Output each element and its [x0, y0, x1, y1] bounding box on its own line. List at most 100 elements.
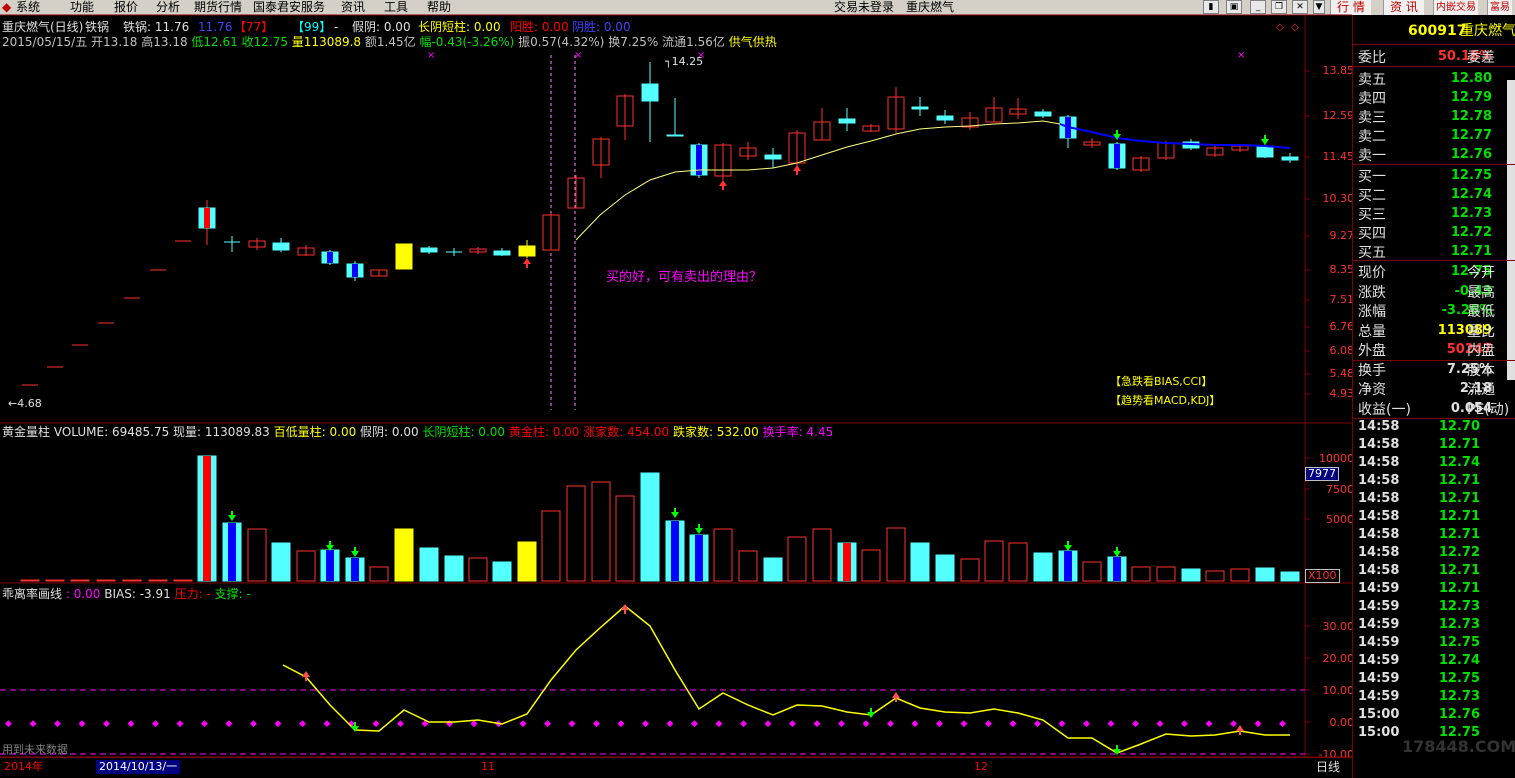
volume-arrow-icon	[228, 511, 236, 521]
marker-x: ×	[1237, 50, 1245, 61]
bias-zero-dot: ◆	[299, 719, 306, 729]
tick-time: 14:59	[1358, 635, 1400, 650]
bias-zero-dot: ◆	[1181, 719, 1188, 729]
volume-mid	[0, 0, 445, 569]
bias-zero-dot: ◆	[128, 719, 135, 729]
volume-mid	[0, 0, 985, 561]
bid-3-price[interactable]: 12.73	[1400, 206, 1492, 221]
indicator-v2: 【77】	[234, 20, 274, 34]
candle-core	[352, 264, 358, 277]
price-tick: 8.35	[1329, 263, 1355, 276]
period-label[interactable]: 日线	[1316, 760, 1340, 774]
volume-bar	[812, 528, 832, 582]
tick-price: 12.72	[1438, 545, 1480, 560]
candle-core	[327, 252, 333, 263]
quote-amount: 额1.45亿	[364, 35, 416, 49]
x-axis[interactable]: 2014年 2014/10/13/一 11 12 日线	[0, 757, 1352, 778]
candle-body	[911, 106, 929, 110]
volume-bar	[1156, 566, 1176, 582]
volume-bar	[640, 472, 660, 582]
signal-arrow-icon	[523, 258, 531, 268]
stat-label-0: 现价	[1358, 265, 1386, 281]
bias-tick-0: 0.00	[1329, 716, 1355, 729]
volume-bar	[1205, 570, 1225, 582]
bid-2-label: 买二	[1358, 188, 1386, 204]
stat-extra-4: 内盘	[1467, 343, 1495, 359]
candle-body	[493, 250, 511, 256]
bid-5-price[interactable]: 12.71	[1400, 244, 1492, 259]
volume-bar	[444, 555, 464, 582]
bias-panel-header: 乖离率画线 : 0.00 BIAS: -3.91 压力: - 支撑: -	[2, 587, 251, 601]
kline-chart-area[interactable]: × × × ×◇ ◇◆ ◆ ◆ ◆ ◆ ◆ ◆ ◆ ◆ ◆ ◆ ◆ ◆ ◆ ◆ ◆ ◆ ◆ ◆ ◆ ◆ ◆ ◆ ◆ ◆ ◆ ◆ ◆ ◆ ◆ ◆ ◆ ◆ ◆…	[0, 0, 1352, 778]
bias-zero-dot: ◆	[373, 719, 380, 729]
volume-bar	[369, 566, 389, 582]
volume-bar-core	[695, 535, 703, 581]
volume-mid	[0, 0, 370, 574]
ask-4-label: 卖四	[1358, 91, 1386, 107]
bias-panel-title: 乖离率画线	[2, 587, 63, 601]
moving-average-line-blue	[1059, 123, 1291, 149]
stat-label-6: 净资	[1358, 382, 1386, 398]
future-data-note: 用到未来数据	[2, 743, 68, 756]
bias-zero-dot: ◆	[79, 719, 86, 729]
stat-extra-1: 最高	[1467, 284, 1495, 301]
stock-code: 600917	[1408, 23, 1467, 39]
volume-bar-core	[228, 523, 236, 581]
volume-bar	[984, 540, 1004, 582]
side-scrollbar[interactable]	[1507, 80, 1515, 380]
quote-amplitude: 振0.57(4.32%)	[518, 35, 605, 49]
volume-arrow-icon	[695, 524, 703, 534]
candle-body	[420, 247, 438, 253]
ask-2-price[interactable]: 12.77	[1400, 128, 1492, 143]
volume-bar-core	[1064, 551, 1072, 581]
volume-mid	[0, 0, 1132, 574]
bias-zero-dot: ◆	[642, 719, 649, 729]
volume-bar	[787, 536, 807, 582]
bias-zero-dot: ◆	[226, 719, 233, 729]
marker-x: ×	[427, 50, 435, 61]
volume-mid	[0, 0, 1059, 566]
candle-body	[764, 154, 782, 160]
volume-bar	[247, 528, 267, 582]
price-tick: 9.27	[1329, 229, 1355, 242]
bid-2-price[interactable]: 12.74	[1400, 187, 1492, 202]
ask-4-price[interactable]: 12.79	[1400, 90, 1492, 105]
volume-mid	[0, 0, 346, 570]
bias-zero-dot: ◆	[250, 719, 257, 729]
vol-tick-10000: 10000	[1319, 452, 1354, 465]
fuyi-button[interactable]: 富易	[1487, 0, 1512, 15]
bias-arrow-icon	[621, 604, 629, 614]
volume-bar	[738, 550, 758, 582]
embedded-trade-button[interactable]: 内嵌交易	[1433, 0, 1478, 15]
bias-zero-dot: ◆	[103, 719, 110, 729]
signal-arrow-icon	[719, 180, 727, 190]
ask-3-price[interactable]: 12.78	[1400, 109, 1492, 124]
tick-time: 14:59	[1358, 599, 1400, 614]
stat-label-2: 涨幅	[1358, 304, 1386, 320]
volume-bar	[1008, 542, 1028, 582]
bid-1-price[interactable]: 12.75	[1400, 168, 1492, 183]
volume-bar	[419, 547, 439, 582]
signal-arrow-icon	[793, 165, 801, 175]
candle-core	[204, 208, 210, 228]
bias-zero-dot: ◆	[1010, 719, 1017, 729]
vol-tick-5000: 5000	[1326, 513, 1354, 526]
bias-zero-dot: ◆	[936, 719, 943, 729]
marker-diamond: ◇	[1291, 22, 1299, 33]
volume-bar	[70, 579, 90, 582]
bias-zero-dot: ◆	[765, 719, 772, 729]
ask-5-price[interactable]: 12.80	[1400, 71, 1492, 86]
bid-4-label: 买四	[1358, 226, 1386, 242]
news-button[interactable]: 资 讯	[1383, 0, 1424, 15]
quote-float: 流通1.56亿	[662, 35, 725, 49]
stat-extra-0: 今开	[1467, 265, 1495, 281]
bid-4-price[interactable]: 12.72	[1400, 225, 1492, 240]
bias-tick-30: 30.00	[1322, 620, 1355, 633]
bias-zero-dot: ◆	[397, 719, 404, 729]
high-price-label: ┐14.25	[665, 55, 704, 68]
bias-zero-dot: ◆	[740, 719, 747, 729]
indicator-v3: 【99】	[292, 20, 332, 34]
stat-extra-3: 量比	[1467, 323, 1495, 340]
ask-1-price[interactable]: 12.76	[1400, 147, 1492, 162]
bias-zero-dot: ◆	[985, 719, 992, 729]
